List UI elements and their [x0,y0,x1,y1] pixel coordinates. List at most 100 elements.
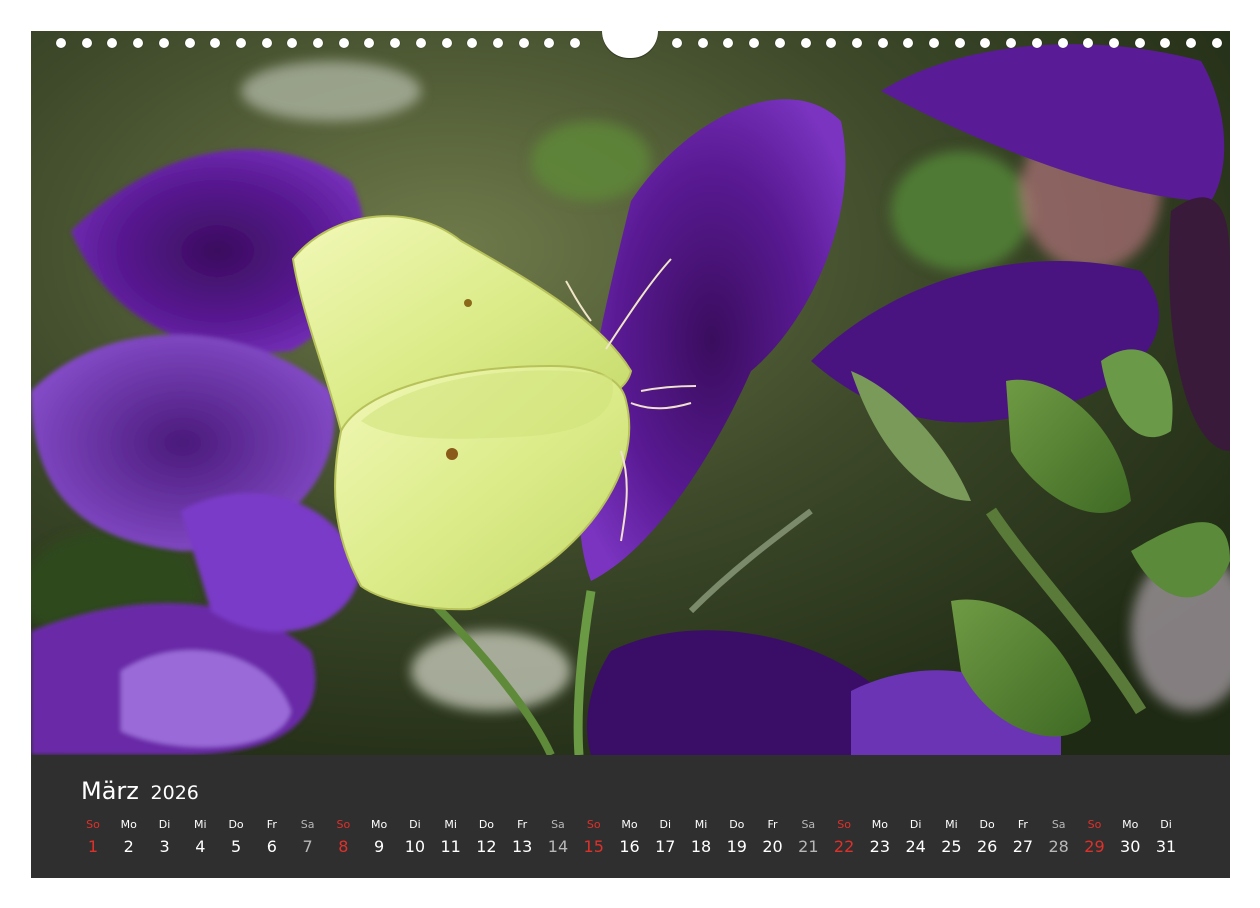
day-number: 4 [195,837,206,856]
day-number: 14 [547,837,569,856]
day-number: 15 [583,837,604,856]
weekday-label: Di [158,818,171,831]
day-number: 24 [905,837,926,856]
weekday-label: Di [909,818,922,831]
weekday-label: Fr [1017,818,1028,831]
day-4: Mi 4 [185,817,215,858]
day-number: 27 [1012,837,1034,856]
day-number: 30 [1120,837,1141,856]
weekday-label: Di [659,818,672,831]
photo-butterfly-petunias [31,31,1230,755]
month-title: März 2026 [81,777,199,805]
day-number: 6 [266,837,277,856]
day-number: 17 [655,837,676,856]
day-26: Do 26 [972,817,1002,858]
day-number: 7 [302,837,313,856]
day-number: 31 [1155,837,1177,856]
day-27: Fr 27 [1008,817,1038,858]
day-number: 25 [941,837,962,856]
day-number: 29 [1084,837,1105,856]
day-6: Fr 6 [257,817,287,858]
weekday-label: Sa [801,818,816,831]
weekday-label: Do [228,818,244,831]
day-17: Di 17 [650,817,680,858]
day-1: So 1 [78,817,108,858]
weekday-label: Mi [945,818,958,831]
day-28: Sa 28 [1044,817,1074,858]
month-name: März [81,777,139,805]
calendar-page: März 2026 So 1 Mo 2 Di 3 Mi 4 Do 5 Fr 6 Sa 7 So 8 Mo 9 Di 1… [31,31,1230,878]
weekday-label: Mo [871,818,888,831]
day-16: Mo 16 [615,817,645,858]
day-number: 21 [798,837,819,856]
day-8: So 8 [328,817,358,858]
day-23: Mo 23 [865,817,895,858]
weekday-label: Mi [194,818,207,831]
day-15: So 15 [579,817,609,858]
day-number: 5 [230,837,242,856]
day-number: 23 [869,837,891,856]
day-18: Mi 18 [686,817,716,858]
weekday-label: Fr [517,818,528,831]
day-30: Mo 30 [1115,817,1145,858]
day-number: 16 [619,837,640,856]
day-number: 1 [87,837,99,856]
weekday-label: Di [1160,818,1172,831]
weekday-label: Mi [444,818,457,831]
day-14: Sa 14 [543,817,573,858]
day-2: Mo 2 [114,817,144,858]
year: 2026 [150,782,199,804]
weekday-label: So [336,818,351,831]
weekday-label: Sa [300,818,315,831]
day-22: So 22 [829,817,859,858]
day-number: 28 [1048,837,1069,856]
day-25: Mi 25 [936,817,966,858]
weekday-label: Fr [767,818,778,831]
day-number: 26 [976,837,998,856]
day-number: 8 [338,837,349,856]
weekday-label: So [1087,818,1102,831]
day-20: Fr 20 [758,817,788,858]
weekday-label: So [86,818,100,831]
weekday-label: Mi [694,818,708,831]
day-number: 22 [833,837,855,856]
day-number: 11 [440,837,461,856]
weekday-label: Di [409,818,421,831]
day-21: Sa 21 [793,817,823,858]
day-number: 13 [512,837,533,856]
photo-illustration [31,31,1230,755]
weekday-label: Fr [266,818,277,831]
day-13: Fr 13 [507,817,537,858]
weekday-label: Do [729,818,745,831]
day-number: 3 [159,837,170,856]
day-31: Di 31 [1151,817,1181,858]
day-10: Di 10 [400,817,430,858]
day-number: 18 [690,837,712,856]
day-29: So 29 [1079,817,1109,858]
weekday-label: Sa [1051,818,1066,831]
weekday-label: So [837,818,851,831]
day-11: Mi 11 [436,817,466,858]
weekday-label: Mo [371,818,388,831]
day-number: 19 [726,837,747,856]
weekday-label: Do [979,818,995,831]
day-number: 20 [762,837,783,856]
day-9: Mo 9 [364,817,394,858]
weekday-label: Sa [551,818,565,831]
weekday-label: Mo [1122,818,1139,831]
day-number: 12 [476,837,497,856]
weekday-label: Mo [621,818,638,831]
weekday-label: Mo [120,818,137,831]
weekday-label: So [586,818,601,831]
day-number: 9 [374,837,385,856]
day-3: Di 3 [150,817,180,858]
day-12: Do 12 [471,817,501,858]
day-number: 10 [404,837,426,856]
calendar-strip: März 2026 So 1 Mo 2 Di 3 Mi 4 Do 5 Fr 6 Sa 7 So 8 Mo 9 Di 1… [31,755,1230,878]
day-24: Di 24 [901,817,931,858]
weekday-label: Do [478,818,495,831]
day-5: Do 5 [221,817,251,858]
day-19: Do 19 [722,817,752,858]
day-number: 2 [123,837,134,856]
day-7: Sa 7 [293,817,323,858]
